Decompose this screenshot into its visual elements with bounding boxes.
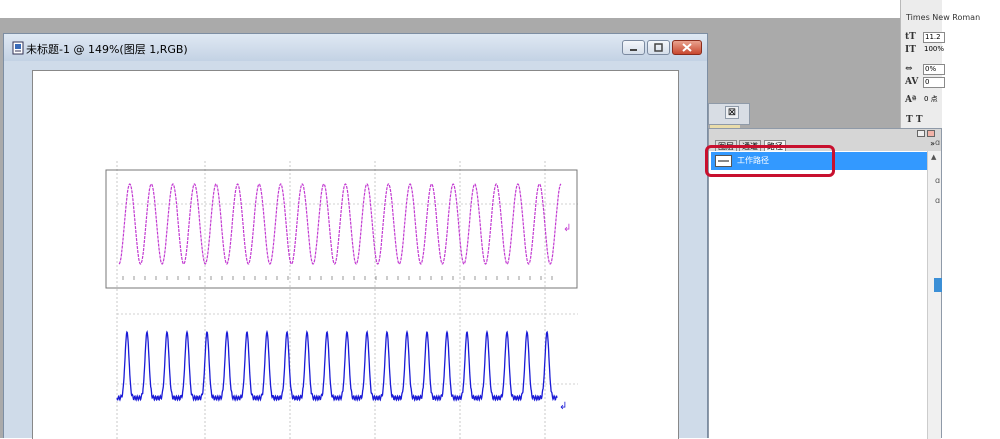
tracking-row: ⇔ 0% bbox=[905, 64, 945, 76]
paths-scrollbar[interactable]: ▲ bbox=[927, 151, 941, 439]
photoshop-document-icon bbox=[12, 41, 26, 55]
kerning-icon: AV bbox=[905, 77, 919, 87]
document-window: 未标题-1 @ 149%(图层 1,RGB) ↲ ↲ bbox=[3, 33, 708, 439]
close-icon[interactable]: ⊠ bbox=[725, 106, 739, 119]
palette-header[interactable] bbox=[709, 129, 941, 139]
font-size-icon: tT bbox=[905, 32, 916, 42]
top-strip bbox=[0, 0, 1000, 18]
document-canvas[interactable]: ↲ ↲ bbox=[32, 70, 679, 439]
selection-frame bbox=[105, 169, 578, 289]
font-family-field[interactable]: Times New Roman bbox=[906, 13, 980, 22]
document-title: 未标题-1 @ 149%(图层 1,RGB) bbox=[26, 43, 188, 56]
side-marker-icon: ɑ bbox=[935, 138, 941, 147]
side-scroll-thumb[interactable] bbox=[934, 278, 942, 292]
annotation-highlight-box bbox=[705, 145, 835, 177]
palette-minimize-icon[interactable] bbox=[917, 130, 925, 137]
font-size-field[interactable]: 11.2 bbox=[923, 32, 945, 43]
tracking-icon: ⇔ bbox=[905, 64, 913, 74]
baseline-shift-row: Aª 0 点 bbox=[905, 95, 943, 107]
waveform-marker: ↲ bbox=[559, 401, 567, 412]
kerning-field[interactable]: 0 bbox=[923, 77, 945, 88]
background-palette: ⊠ bbox=[708, 103, 750, 125]
vertical-scale-row: IT 100% bbox=[905, 45, 945, 57]
baseline-shift-field[interactable]: 0 点 bbox=[923, 95, 945, 106]
blue-waveform bbox=[116, 329, 558, 402]
paths-list: 工作路径 bbox=[709, 151, 927, 439]
vertical-scale-field[interactable]: 100% bbox=[923, 45, 945, 56]
vertical-scale-icon: IT bbox=[905, 45, 916, 55]
close-button[interactable] bbox=[672, 40, 702, 55]
baseline-shift-icon: Aª bbox=[905, 95, 917, 105]
palette-close-icon[interactable] bbox=[927, 130, 935, 137]
side-marker-icon: ɑ bbox=[935, 196, 941, 205]
waveform-image: ↲↲ bbox=[105, 161, 578, 439]
document-titlebar[interactable]: 未标题-1 @ 149%(图层 1,RGB) bbox=[4, 34, 707, 61]
character-panel: Times New Roman tT 11.2 IT 100% ⇔ 0% AV … bbox=[900, 0, 980, 128]
minimize-button[interactable] bbox=[622, 40, 645, 55]
maximize-button[interactable] bbox=[647, 40, 670, 55]
kerning-row: AV 0 bbox=[905, 77, 945, 89]
tracking-field[interactable]: 0% bbox=[923, 64, 945, 75]
side-marker-icon: ɑ bbox=[935, 176, 941, 185]
text-style-buttons[interactable]: T T bbox=[906, 115, 923, 125]
waveform-marker: ↲ bbox=[563, 223, 571, 234]
magenta-waveform bbox=[118, 183, 562, 265]
font-size-row: tT 11.2 bbox=[905, 32, 945, 44]
right-strip bbox=[942, 0, 1000, 438]
scroll-up-icon[interactable]: ▲ bbox=[931, 153, 936, 161]
